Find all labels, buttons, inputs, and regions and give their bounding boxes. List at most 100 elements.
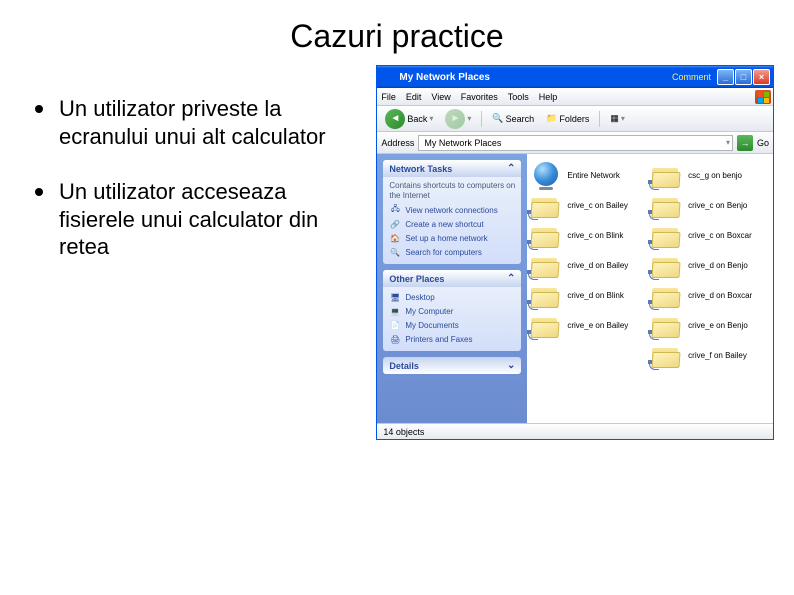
network-folder-item[interactable]: crive_c on Boxcar	[652, 222, 769, 250]
sidebar-link[interactable]: 🔗Create a new shortcut	[389, 218, 515, 230]
network-folder-item[interactable]: crive_d on Boxcar	[652, 282, 769, 310]
file-label: Entire Network	[567, 172, 619, 181]
menu-edit[interactable]: Edit	[406, 92, 422, 102]
go-label: Go	[757, 138, 769, 148]
network-folder-item[interactable]: crive_d on Blink	[531, 282, 648, 310]
network-folder-item[interactable]: crive_c on Benjo	[652, 192, 769, 220]
window-my-network-places: My Network Places Comment _ □ × File Edi…	[376, 65, 774, 440]
network-places-icon	[381, 70, 395, 84]
views-icon: ▦	[610, 113, 619, 124]
back-button[interactable]: ◄Back▾	[381, 107, 437, 131]
network-folder-icon	[652, 256, 680, 278]
folders-button[interactable]: 📁Folders	[542, 111, 593, 126]
menubar: File Edit View Favorites Tools Help	[377, 88, 773, 106]
globe-icon	[531, 162, 561, 192]
toolbar: ◄Back▾ ►▾ 🔍Search 📁Folders ▦▾	[377, 106, 773, 132]
home-network-icon: 🏠	[389, 232, 401, 244]
chevron-up-icon: ⌃	[507, 273, 515, 284]
network-folder-item[interactable]: crive_e on Benjo	[652, 312, 769, 340]
chevron-up-icon: ⌃	[507, 163, 515, 174]
network-folder-icon	[652, 196, 680, 218]
network-folder-icon	[652, 166, 680, 188]
file-label: crive_f on Bailey	[688, 352, 747, 361]
slide-title: Cazuri practice	[0, 0, 794, 65]
menu-view[interactable]: View	[431, 92, 450, 102]
windows-flag-icon	[755, 90, 771, 104]
sidebar-link[interactable]: 💻My Computer	[389, 305, 515, 317]
views-button[interactable]: ▦▾	[606, 111, 629, 126]
sidebar: Network Tasks⌃ Contains shortcuts to com…	[377, 154, 527, 423]
sidebar-link[interactable]: 🏠Set up a home network	[389, 232, 515, 244]
menu-help[interactable]: Help	[539, 92, 558, 102]
bullet-item: Un utilizator acceseaza fisierele unui c…	[35, 178, 366, 261]
menu-file[interactable]: File	[381, 92, 396, 102]
sidebar-link[interactable]: 🖨Printers and Faxes	[389, 333, 515, 345]
network-folder-icon	[531, 226, 559, 248]
file-label: crive_c on Bailey	[567, 202, 627, 211]
file-label: crive_e on Bailey	[567, 322, 628, 331]
chevron-down-icon: ⌄	[507, 360, 515, 371]
address-value: My Network Places	[424, 138, 501, 148]
folders-icon: 📁	[546, 113, 557, 124]
menu-tools[interactable]: Tools	[508, 92, 529, 102]
close-button[interactable]: ×	[753, 69, 770, 85]
menu-favorites[interactable]: Favorites	[461, 92, 498, 102]
forward-button[interactable]: ►▾	[441, 107, 475, 131]
shortcut-icon: 🔗	[389, 218, 401, 230]
sidebar-link[interactable]: 🖥Desktop	[389, 291, 515, 303]
file-label: crive_e on Benjo	[688, 322, 748, 331]
entire-network-item[interactable]: Entire Network	[531, 162, 648, 190]
network-folder-item[interactable]: crive_c on Blink	[531, 222, 648, 250]
search-button[interactable]: 🔍Search	[488, 111, 538, 126]
panel-head-network-tasks[interactable]: Network Tasks⌃	[383, 160, 521, 177]
panel-description: Contains shortcuts to computers on the I…	[389, 181, 515, 200]
address-input[interactable]: My Network Places ▾	[418, 135, 733, 151]
network-folder-item[interactable]: crive_c on Bailey	[531, 192, 648, 220]
panel-head-details[interactable]: Details⌄	[383, 357, 521, 374]
file-label: crive_c on Boxcar	[688, 232, 752, 241]
network-folder-icon	[531, 316, 559, 338]
network-folder-item[interactable]: csc_g on benjo	[652, 162, 769, 190]
minimize-button[interactable]: _	[717, 69, 734, 85]
sidebar-link[interactable]: 📄My Documents	[389, 319, 515, 331]
file-label: crive_c on Blink	[567, 232, 623, 241]
sidebar-link[interactable]: 🖧View network connections	[389, 204, 515, 216]
file-label: crive_d on Benjo	[688, 262, 748, 271]
search-icon: 🔍	[492, 113, 503, 124]
search-icon: 🔍	[389, 246, 401, 258]
panel-head-other-places[interactable]: Other Places⌃	[383, 270, 521, 287]
network-folder-icon	[531, 286, 559, 308]
network-folder-item[interactable]: crive_e on Bailey	[531, 312, 648, 340]
file-label: crive_d on Bailey	[567, 262, 628, 271]
computer-icon: 💻	[389, 305, 401, 317]
network-folder-icon	[531, 196, 559, 218]
file-label: csc_g on benjo	[688, 172, 742, 181]
network-folder-item[interactable]: crive_f on Bailey	[652, 342, 769, 370]
file-label: crive_c on Benjo	[688, 202, 747, 211]
go-button[interactable]: →	[737, 135, 753, 151]
titlebar[interactable]: My Network Places Comment _ □ ×	[377, 66, 773, 88]
sidebar-link[interactable]: 🔍Search for computers	[389, 246, 515, 258]
printer-icon: 🖨	[389, 333, 401, 345]
network-folder-item[interactable]: crive_d on Bailey	[531, 252, 648, 280]
chevron-down-icon[interactable]: ▾	[726, 138, 730, 147]
window-title: My Network Places	[399, 72, 672, 83]
documents-icon: 📄	[389, 319, 401, 331]
file-label: crive_d on Blink	[567, 292, 623, 301]
statusbar-text: 14 objects	[383, 427, 424, 437]
panel-network-tasks: Network Tasks⌃ Contains shortcuts to com…	[383, 160, 521, 264]
bullet-item: Un utilizator priveste la ecranului unui…	[35, 95, 366, 150]
network-folder-icon	[652, 286, 680, 308]
network-folder-icon	[652, 346, 680, 368]
files-area[interactable]: Entire Network csc_g on benjo crive_c on B…	[527, 154, 773, 423]
network-folder-item[interactable]: crive_d on Benjo	[652, 252, 769, 280]
address-label: Address	[381, 138, 414, 148]
titlebar-comment[interactable]: Comment	[672, 72, 711, 82]
panel-other-places: Other Places⌃ 🖥Desktop 💻My Computer 📄My Do…	[383, 270, 521, 351]
panel-details: Details⌄	[383, 357, 521, 374]
network-icon: 🖧	[389, 204, 401, 216]
network-folder-icon	[531, 256, 559, 278]
bullets-area: Un utilizator priveste la ecranului unui…	[35, 65, 366, 440]
maximize-button[interactable]: □	[735, 69, 752, 85]
statusbar: 14 objects	[377, 423, 773, 439]
